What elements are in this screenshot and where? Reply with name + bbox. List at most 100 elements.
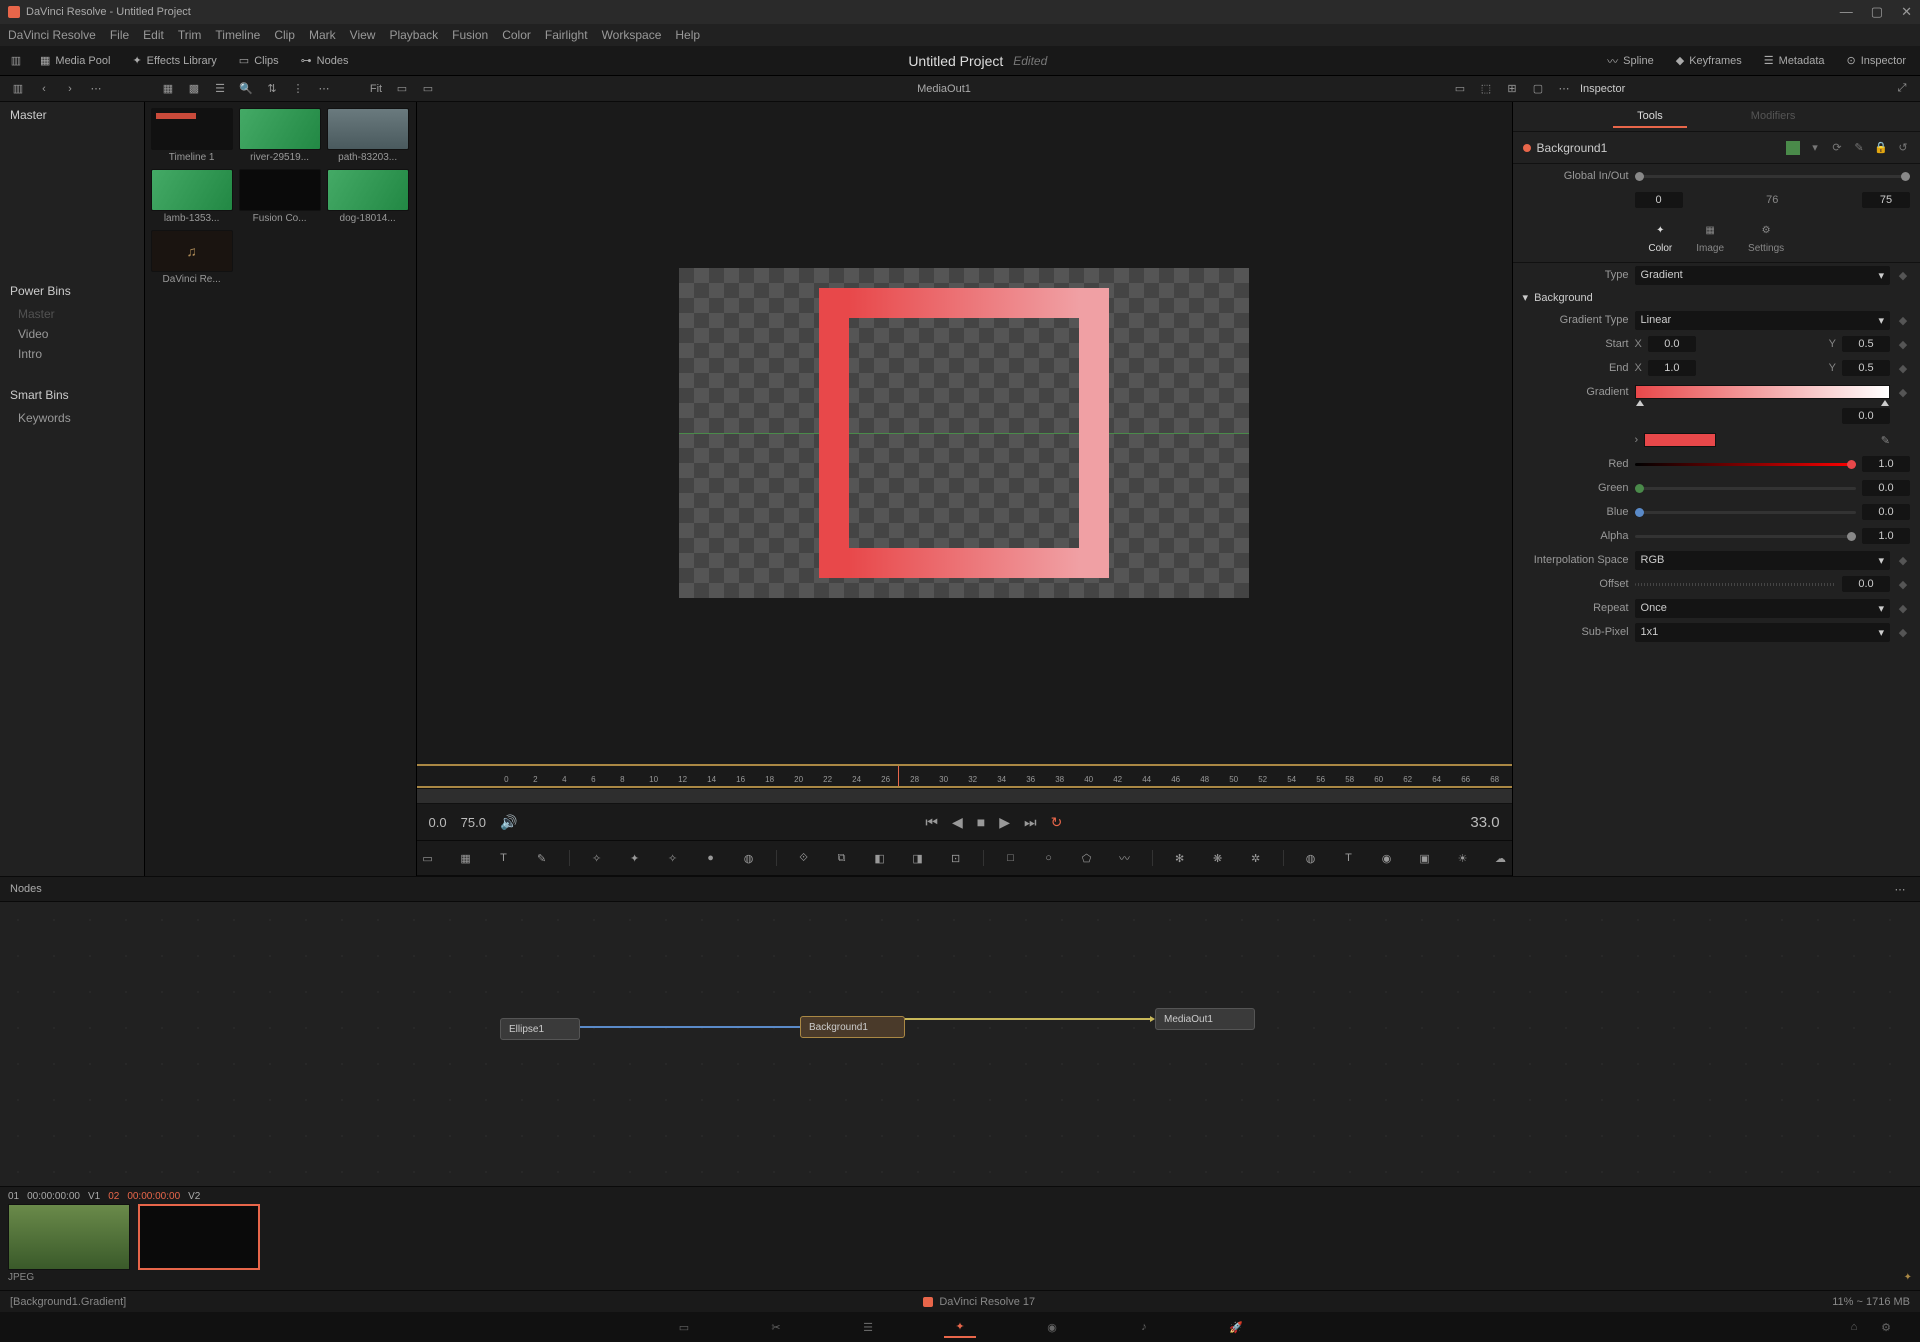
gradtype-select[interactable]: Linear▾: [1635, 311, 1890, 330]
tool-emitter-icon[interactable]: ✲: [1245, 847, 1267, 869]
offset-slider[interactable]: [1635, 583, 1836, 586]
gradtype-key[interactable]: ◆: [1896, 314, 1910, 327]
repeat-key[interactable]: ◆: [1896, 602, 1910, 615]
tool-channel-icon[interactable]: ⊡: [945, 847, 967, 869]
alpha-val[interactable]: 1.0: [1862, 528, 1910, 544]
more2-icon[interactable]: ⋯: [314, 79, 334, 99]
tool-bright-icon[interactable]: ✦: [624, 847, 646, 869]
go-start-button[interactable]: ⏮: [925, 814, 938, 831]
media-item-6[interactable]: DaVinci Re...: [151, 230, 233, 285]
menu-fusion[interactable]: Fusion: [452, 28, 488, 42]
more-icon[interactable]: ⋯: [86, 79, 106, 99]
menu-timeline[interactable]: Timeline: [215, 28, 260, 42]
page-color[interactable]: ◉: [1036, 1316, 1068, 1338]
end-key[interactable]: ◆: [1896, 362, 1910, 375]
page-deliver[interactable]: 🚀: [1220, 1316, 1252, 1338]
mode-image[interactable]: ▦Image: [1696, 220, 1724, 254]
page-fusion[interactable]: ✦: [944, 1316, 976, 1338]
smartbin-keywords[interactable]: Keywords: [0, 408, 144, 428]
clip-marker-icon[interactable]: ✦: [1904, 1272, 1912, 1283]
tool-prender-icon[interactable]: ❋: [1207, 847, 1229, 869]
global-slider[interactable]: [1635, 175, 1910, 178]
time-ruler[interactable]: 0246810121416182022242628303234363840424…: [417, 764, 1512, 788]
background-section[interactable]: ▾ Background: [1513, 287, 1920, 308]
back-icon[interactable]: ‹: [34, 79, 54, 99]
enable-toggle[interactable]: [1786, 141, 1800, 155]
close-button[interactable]: ✕: [1901, 4, 1912, 20]
page-cut[interactable]: ✂: [760, 1316, 792, 1338]
grid-icon[interactable]: ⊞: [1502, 79, 1522, 99]
tool-tracker-icon[interactable]: ✧: [586, 847, 608, 869]
global-in-val[interactable]: 0: [1635, 192, 1683, 208]
loop-button[interactable]: ↻: [1051, 814, 1063, 831]
tool-shape3d-icon[interactable]: ◉: [1376, 847, 1398, 869]
ellipse-shape[interactable]: [819, 288, 1109, 578]
tool-merge-icon[interactable]: ⧉: [831, 847, 853, 869]
eyedropper-icon[interactable]: ✎: [1881, 434, 1890, 447]
interp-select[interactable]: RGB▾: [1635, 551, 1890, 570]
gradient-key[interactable]: ◆: [1896, 386, 1910, 399]
gradient-stop-1[interactable]: [1881, 400, 1889, 406]
powerbin-master[interactable]: Master: [0, 304, 144, 324]
powerbins-section[interactable]: Power Bins: [0, 278, 144, 304]
node-graph[interactable]: Ellipse1 Background1 MediaOut1: [0, 902, 1920, 1186]
media-item-1[interactable]: river-29519...: [239, 108, 321, 163]
spline-button[interactable]: 〰 Spline: [1599, 50, 1662, 72]
tool-softglow-icon[interactable]: ✧: [662, 847, 684, 869]
interp-key[interactable]: ◆: [1896, 554, 1910, 567]
sort-icon[interactable]: ⇅: [262, 79, 282, 99]
expand-color-icon[interactable]: ›: [1635, 434, 1639, 446]
play-button[interactable]: ▶: [999, 814, 1010, 831]
tool-matte-icon[interactable]: ◧: [869, 847, 891, 869]
maximize-button[interactable]: ▢: [1871, 4, 1883, 20]
green-val[interactable]: 0.0: [1862, 480, 1910, 496]
offset-val[interactable]: 0.0: [1842, 576, 1890, 592]
grid-large-icon[interactable]: ▩: [184, 79, 204, 99]
pin-icon[interactable]: ✎: [1852, 141, 1866, 155]
node-name[interactable]: Background1: [1537, 141, 1780, 155]
page-media[interactable]: ▭: [668, 1316, 700, 1338]
tool-paint-icon[interactable]: ✎: [531, 847, 553, 869]
home-button[interactable]: ⌂: [1838, 1316, 1870, 1338]
minimize-button[interactable]: —: [1840, 4, 1853, 20]
tab-modifiers[interactable]: Modifiers: [1727, 106, 1820, 128]
menu-playback[interactable]: Playback: [389, 28, 438, 42]
playhead[interactable]: [898, 766, 899, 786]
go-end-button[interactable]: ⏭: [1024, 814, 1037, 831]
node-background[interactable]: Background1: [800, 1016, 905, 1038]
tool-3d-icon[interactable]: ◍: [1300, 847, 1322, 869]
fwd-icon[interactable]: ›: [60, 79, 80, 99]
gradient-stop-0[interactable]: [1636, 400, 1644, 406]
menu-fairlight[interactable]: Fairlight: [545, 28, 588, 42]
media-item-5[interactable]: dog-18014...: [327, 169, 409, 224]
timeline-scrollbar[interactable]: [417, 788, 1512, 804]
start-y[interactable]: 0.5: [1842, 336, 1890, 352]
time-current[interactable]: 33.0: [1470, 814, 1499, 831]
expand-icon[interactable]: ⤢: [1892, 79, 1912, 99]
fit-dropdown[interactable]: Fit: [366, 79, 386, 99]
start-x[interactable]: 0.0: [1648, 336, 1696, 352]
lock-icon[interactable]: 🔒: [1874, 141, 1888, 155]
sq-icon[interactable]: ⬚: [1476, 79, 1496, 99]
inspector-button[interactable]: ⊙ Inspector: [1839, 51, 1914, 70]
node-ellipse[interactable]: Ellipse1: [500, 1018, 580, 1040]
green-slider[interactable]: [1635, 487, 1856, 490]
view-mode-icon[interactable]: ▥: [6, 51, 26, 71]
menu-workspace[interactable]: Workspace: [602, 28, 662, 42]
tool-poly-icon[interactable]: ⬠: [1076, 847, 1098, 869]
grid-small-icon[interactable]: ▦: [158, 79, 178, 99]
type-key[interactable]: ◆: [1896, 269, 1910, 282]
tool-transform-icon[interactable]: ⟐: [793, 847, 815, 869]
tab-tools[interactable]: Tools: [1613, 106, 1687, 128]
tool-text-icon[interactable]: T: [493, 847, 515, 869]
versions-icon[interactable]: ▾: [1808, 141, 1822, 155]
tool-background-icon[interactable]: ▭: [417, 847, 439, 869]
menu-clip[interactable]: Clip: [274, 28, 295, 42]
keyframes-button[interactable]: ◆ Keyframes: [1668, 51, 1750, 70]
nodes-menu-icon[interactable]: ⋯: [1890, 879, 1910, 899]
metadata-button[interactable]: ☰ Metadata: [1756, 51, 1833, 70]
tool-fastnoise-icon[interactable]: ▦: [455, 847, 477, 869]
media-pool-button[interactable]: ▦ Media Pool: [32, 51, 118, 70]
red-slider[interactable]: [1635, 463, 1856, 466]
menu-mark[interactable]: Mark: [309, 28, 336, 42]
